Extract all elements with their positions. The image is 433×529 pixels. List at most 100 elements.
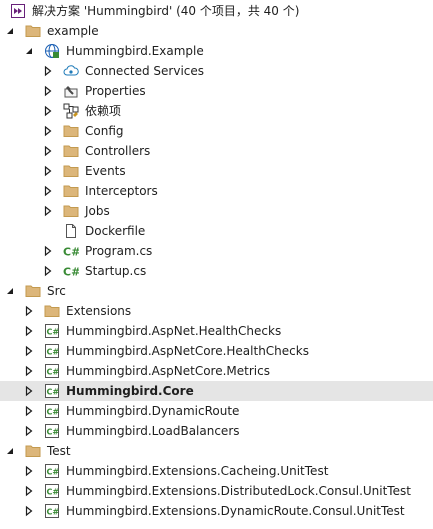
csharp-project-icon: C# (44, 343, 60, 359)
solution-icon (10, 3, 26, 19)
collapsed-arrow-icon[interactable] (42, 141, 54, 161)
folder-icon (25, 23, 41, 39)
tree-row-label: Extensions (66, 304, 132, 318)
expanded-arrow-icon[interactable] (4, 21, 16, 41)
tree-row-label: Hummingbird.AspNetCore.Metrics (66, 364, 270, 378)
folder-icon (25, 283, 41, 299)
tree-row[interactable]: Test (0, 441, 433, 461)
svg-text:C#: C# (63, 266, 79, 279)
tree-row-label: Controllers (85, 144, 151, 158)
collapsed-arrow-icon[interactable] (23, 401, 35, 421)
tree-row-label: example (47, 24, 99, 38)
tree-row[interactable]: C# Hummingbird.Extensions.DistributedLock… (0, 481, 433, 501)
tree-row[interactable]: C# Hummingbird.AspNet.HealthChecks (0, 321, 433, 341)
tree-row[interactable]: C# Hummingbird.AspNetCore.Metrics (0, 361, 433, 381)
folder-icon (44, 303, 60, 319)
collapsed-arrow-icon[interactable] (42, 121, 54, 141)
collapsed-arrow-icon[interactable] (42, 201, 54, 221)
tree-row-label: 依赖项 (85, 104, 122, 118)
tree-row-label: Hummingbird.AspNetCore.HealthChecks (66, 344, 309, 358)
tree-row-label: 解决方案 'Hummingbird' (40 个项目，共 40 个) (32, 4, 300, 18)
csharp-project-icon: C# (44, 503, 60, 519)
tree-row[interactable]: Events (0, 161, 433, 181)
tree-row[interactable]: example (0, 21, 433, 41)
tree-row[interactable]: 依赖项 (0, 101, 433, 121)
tree-row[interactable]: Interceptors (0, 181, 433, 201)
tree-row[interactable]: Properties (0, 81, 433, 101)
connected-services-icon (63, 63, 79, 79)
svg-text:C#: C# (47, 328, 60, 337)
tree-row[interactable]: Connected Services (0, 61, 433, 81)
tree-row[interactable]: C# Hummingbird.AspNetCore.HealthChecks (0, 341, 433, 361)
collapsed-arrow-icon[interactable] (23, 421, 35, 441)
tree-row[interactable]: Dockerfile (0, 221, 433, 241)
tree-row-label: Config (85, 124, 124, 138)
tree-row-label: Jobs (85, 204, 110, 218)
csharp-project-icon: C# (44, 423, 60, 439)
expanded-arrow-icon[interactable] (4, 441, 16, 461)
tree-row[interactable]: Controllers (0, 141, 433, 161)
csharp-project-icon: C# (44, 403, 60, 419)
tree-row[interactable]: 解决方案 'Hummingbird' (40 个项目，共 40 个) (0, 1, 433, 21)
tree-row-label: Hummingbird.Example (66, 44, 204, 58)
file-icon (63, 223, 79, 239)
tree-row[interactable]: C# Program.cs (0, 241, 433, 261)
csharp-file-icon: C# (63, 263, 79, 279)
tree-row-label: Hummingbird.LoadBalancers (66, 424, 240, 438)
tree-row-label: Hummingbird.Extensions.DynamicRoute.Cons… (66, 504, 405, 518)
tree-row-label: Program.cs (85, 244, 153, 258)
tree-row-label: Hummingbird.AspNet.HealthChecks (66, 324, 282, 338)
folder-icon (63, 163, 79, 179)
tree-row[interactable]: Extensions (0, 301, 433, 321)
collapsed-arrow-icon[interactable] (23, 381, 35, 401)
tree-row-label: Test (47, 444, 71, 458)
tree-row[interactable]: Config (0, 121, 433, 141)
tree-row-label: Startup.cs (85, 264, 147, 278)
collapsed-arrow-icon[interactable] (42, 181, 54, 201)
tree-row[interactable]: C# Hummingbird.DynamicRoute (0, 401, 433, 421)
collapsed-arrow-icon[interactable] (23, 501, 35, 521)
tree-row-label: Interceptors (85, 184, 158, 198)
svg-text:C#: C# (47, 468, 60, 477)
folder-icon (63, 123, 79, 139)
tree-row[interactable]: C# Startup.cs (0, 261, 433, 281)
wrench-icon (63, 83, 79, 99)
tree-row[interactable]: C# Hummingbird.LoadBalancers (0, 421, 433, 441)
collapsed-arrow-icon[interactable] (23, 301, 35, 321)
collapsed-arrow-icon[interactable] (23, 461, 35, 481)
collapsed-arrow-icon[interactable] (42, 101, 54, 121)
tree-row-label: Hummingbird.Extensions.DistributedLock.C… (66, 484, 411, 498)
tree-row[interactable]: C# Hummingbird.Extensions.DynamicRoute.Co… (0, 501, 433, 521)
tree-row-label: Properties (85, 84, 146, 98)
tree-row[interactable]: Src (0, 281, 433, 301)
tree-row[interactable]: C# Hummingbird.Extensions.Cacheing.UnitTe… (0, 461, 433, 481)
tree-row[interactable]: C# Hummingbird.Core (0, 381, 433, 401)
collapsed-arrow-icon[interactable] (23, 341, 35, 361)
expanded-arrow-icon[interactable] (23, 41, 35, 61)
collapsed-arrow-icon[interactable] (23, 481, 35, 501)
csharp-project-icon: C# (44, 323, 60, 339)
tree-row[interactable]: Jobs (0, 201, 433, 221)
svg-text:C#: C# (63, 246, 79, 259)
csharp-project-icon: C# (44, 483, 60, 499)
collapsed-arrow-icon[interactable] (23, 361, 35, 381)
tree-row-label: Hummingbird.DynamicRoute (66, 404, 240, 418)
tree-row-label: Hummingbird.Core (66, 384, 194, 398)
folder-icon (25, 443, 41, 459)
tree-row[interactable]: Hummingbird.Example (0, 41, 433, 61)
collapsed-arrow-icon[interactable] (42, 161, 54, 181)
collapsed-arrow-icon[interactable] (42, 81, 54, 101)
csharp-project-icon: C# (44, 383, 60, 399)
svg-text:C#: C# (47, 368, 60, 377)
web-project-icon (44, 43, 60, 59)
svg-text:C#: C# (47, 508, 60, 517)
dependencies-icon (63, 103, 79, 119)
collapsed-arrow-icon[interactable] (23, 321, 35, 341)
svg-text:C#: C# (47, 408, 60, 417)
collapsed-arrow-icon[interactable] (42, 241, 54, 261)
expanded-arrow-icon[interactable] (4, 281, 16, 301)
svg-text:C#: C# (47, 348, 60, 357)
folder-icon (63, 143, 79, 159)
collapsed-arrow-icon[interactable] (42, 261, 54, 281)
collapsed-arrow-icon[interactable] (42, 61, 54, 81)
